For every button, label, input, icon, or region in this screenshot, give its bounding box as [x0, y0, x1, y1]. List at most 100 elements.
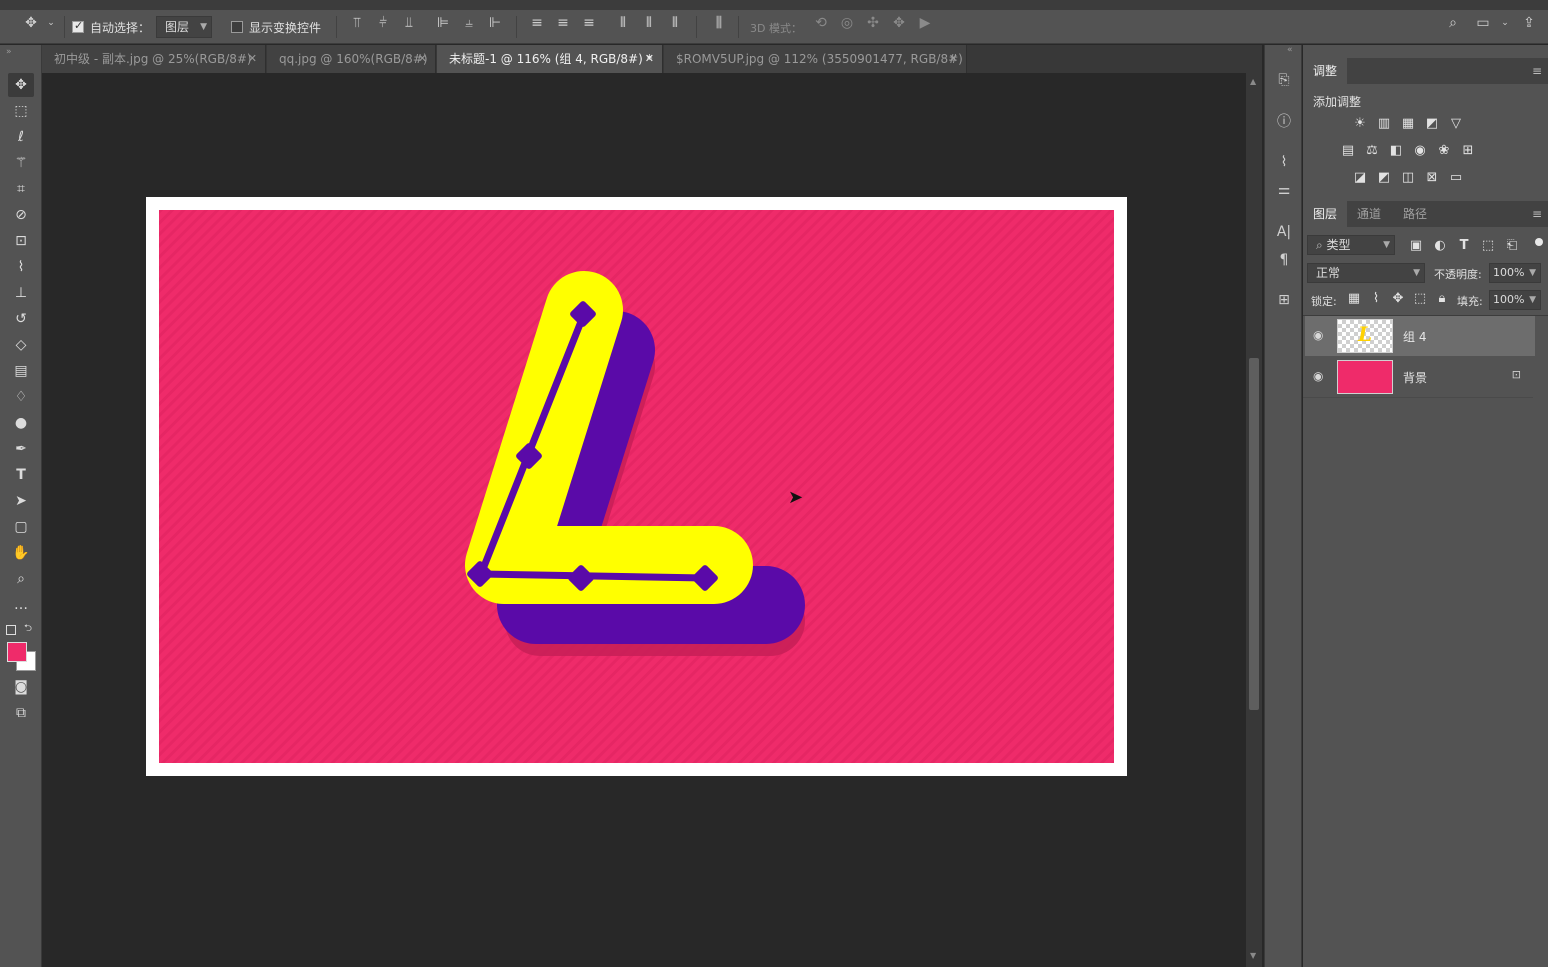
align-horizontal-center-icon[interactable]: ⫨ [460, 14, 478, 32]
default-colors-icon[interactable] [6, 625, 16, 635]
curves-icon[interactable]: ▦ [1399, 116, 1417, 132]
exposure-icon[interactable]: ◩ [1423, 116, 1441, 132]
brightness-contrast-icon[interactable]: ☀ [1351, 116, 1369, 132]
filter-pixel-icon[interactable]: ▣ [1407, 238, 1425, 254]
align-top-icon[interactable]: ⫪ [348, 14, 366, 32]
panel-menu-icon[interactable]: ≡ [1532, 207, 1542, 221]
vibrance-icon[interactable]: ▽ [1447, 116, 1465, 132]
libraries-icon[interactable]: ⊞ [1273, 289, 1295, 311]
swap-colors-icon[interactable]: ⮌ [24, 621, 32, 638]
brush-tool-icon[interactable]: ⌇ [8, 255, 34, 279]
posterize-icon[interactable]: ◩ [1375, 170, 1393, 186]
3d-slide-icon[interactable]: ✥ [890, 14, 908, 32]
layer-name[interactable]: 组 4 [1403, 328, 1426, 345]
magic-wand-tool-icon[interactable]: ⚚ [8, 151, 34, 175]
filter-smart-object-icon[interactable]: ⎗ [1503, 238, 1521, 254]
quick-mask-icon[interactable]: ◙ [8, 675, 34, 699]
color-lookup-icon[interactable]: ⊞ [1459, 143, 1477, 159]
filter-toggle-icon[interactable] [1535, 238, 1543, 246]
layer-row-group-4[interactable]: ◉ L 组 4 [1305, 316, 1535, 356]
3d-pan-icon[interactable]: ✣ [864, 14, 882, 32]
stamp-tool-icon[interactable]: ⊥ [8, 281, 34, 305]
close-icon[interactable]: ✕ [949, 45, 958, 73]
auto-select-target-dropdown[interactable]: 图层 ▼ [156, 16, 212, 38]
align-bottom-icon[interactable]: ⫫ [400, 14, 418, 32]
move-tool-preset-icon[interactable]: ✥ [22, 14, 40, 32]
hand-tool-icon[interactable]: ✋ [8, 541, 34, 565]
3d-roll-icon[interactable]: ◎ [838, 14, 856, 32]
levels-icon[interactable]: ▥ [1375, 116, 1393, 132]
layer-name[interactable]: 背景 [1403, 369, 1427, 386]
close-icon[interactable]: ✕ [418, 45, 427, 73]
tab-channels[interactable]: 通道 [1347, 201, 1391, 227]
foreground-color-swatch[interactable] [7, 642, 27, 662]
align-vertical-center-icon[interactable]: ⫩ [374, 14, 392, 32]
brush-settings-icon[interactable]: ⌇ [1273, 151, 1295, 173]
type-tool-icon[interactable]: T [8, 463, 34, 487]
lock-position-icon[interactable]: ✥ [1389, 291, 1407, 307]
chevron-down-icon[interactable]: ⌄ [1496, 14, 1514, 32]
close-icon[interactable]: ✕ [645, 45, 654, 73]
rectangle-tool-icon[interactable]: ▢ [8, 515, 34, 539]
channel-mixer-icon[interactable]: ❀ [1435, 143, 1453, 159]
lock-all-icon[interactable]: 🔒︎ [1433, 291, 1451, 307]
patch-tool-icon[interactable]: ⊡ [8, 229, 34, 253]
collapse-icon[interactable]: « [1287, 45, 1293, 55]
pen-tool-icon[interactable]: ✒ [8, 437, 34, 461]
lasso-tool-icon[interactable]: ℓ [8, 125, 34, 149]
collapse-icon[interactable]: » [6, 47, 12, 57]
vertical-scrollbar[interactable]: ▲ ▼ [1246, 73, 1262, 967]
photo-filter-icon[interactable]: ◉ [1411, 143, 1429, 159]
3d-scale-icon[interactable]: ▶ [916, 14, 934, 32]
crop-tool-icon[interactable]: ⌗ [8, 177, 34, 201]
panel-menu-icon[interactable]: ≡ [1532, 64, 1542, 78]
gradient-map-icon[interactable]: ▭ [1447, 170, 1465, 186]
auto-align-icon[interactable]: ⫼ [710, 14, 728, 32]
scroll-down-icon[interactable]: ▼ [1250, 951, 1256, 960]
align-left-icon[interactable]: ⊫ [434, 14, 452, 32]
zoom-tool-icon[interactable]: ⌕ [8, 567, 34, 591]
canvas-area[interactable]: ➤ [42, 73, 1246, 967]
visibility-eye-icon[interactable]: ◉ [1313, 328, 1323, 342]
filter-adjustment-icon[interactable]: ◐ [1431, 238, 1449, 254]
document-tab-active[interactable]: 未标题-1 @ 116% (组 4, RGB/8#) * ✕ [437, 45, 663, 73]
tab-paths[interactable]: 路径 [1393, 201, 1437, 227]
auto-select-checkbox[interactable] [72, 19, 84, 33]
eraser-tool-icon[interactable]: ◇ [8, 333, 34, 357]
blend-mode-dropdown[interactable]: 正常 ▼ [1307, 263, 1425, 283]
search-icon[interactable]: ⌕ [1444, 14, 1462, 32]
fill-field[interactable]: 100% ▼ [1489, 290, 1541, 310]
share-icon[interactable]: ⇪ [1520, 14, 1538, 32]
document-tab[interactable]: qq.jpg @ 160%(RGB/8#) ✕ [267, 45, 436, 73]
lock-transparent-pixels-icon[interactable]: ▦ [1345, 291, 1363, 307]
more-tools-icon[interactable]: … [8, 593, 34, 617]
threshold-icon[interactable]: ◫ [1399, 170, 1417, 186]
distribute-top-icon[interactable]: ≡ [528, 14, 546, 32]
history-panel-icon[interactable]: ⎘ [1273, 69, 1295, 91]
filter-type-icon[interactable]: T [1455, 238, 1473, 254]
tab-layers[interactable]: 图层 [1303, 201, 1348, 227]
distribute-right-icon[interactable]: ⦀ [666, 14, 684, 32]
adjust-sliders-icon[interactable]: ⚌ [1273, 179, 1295, 201]
scrollbar-thumb[interactable] [1249, 358, 1259, 710]
history-brush-tool-icon[interactable]: ↺ [8, 307, 34, 331]
gradient-tool-icon[interactable]: ▤ [8, 359, 34, 383]
3d-orbit-icon[interactable]: ⟲ [812, 14, 830, 32]
eyedropper-tool-icon[interactable]: ⊘ [8, 203, 34, 227]
document-tab[interactable]: $ROMV5UP.jpg @ 112% (3550901477, RGB/8#)… [664, 45, 967, 73]
move-tool-icon[interactable]: ✥ [8, 73, 34, 97]
marquee-tool-icon[interactable]: ⬚ [8, 99, 34, 123]
show-transform-checkbox[interactable] [231, 21, 243, 33]
chevron-down-icon[interactable]: ⌄ [42, 14, 60, 32]
distribute-horizontal-center-icon[interactable]: ⦀ [640, 14, 658, 32]
hue-saturation-icon[interactable]: ▤ [1339, 143, 1357, 159]
layer-row-background[interactable]: ◉ 背景 ⊡ [1305, 357, 1535, 397]
path-selection-tool-icon[interactable]: ➤ [8, 489, 34, 513]
black-white-icon[interactable]: ◧ [1387, 143, 1405, 159]
selective-color-icon[interactable]: ⊠ [1423, 170, 1441, 186]
blur-tool-icon[interactable]: ♢ [8, 385, 34, 409]
info-panel-icon[interactable]: ⓘ [1273, 111, 1295, 133]
character-panel-icon[interactable]: A| [1273, 221, 1295, 243]
close-icon[interactable]: ✕ [248, 45, 257, 73]
invert-icon[interactable]: ◪ [1351, 170, 1369, 186]
